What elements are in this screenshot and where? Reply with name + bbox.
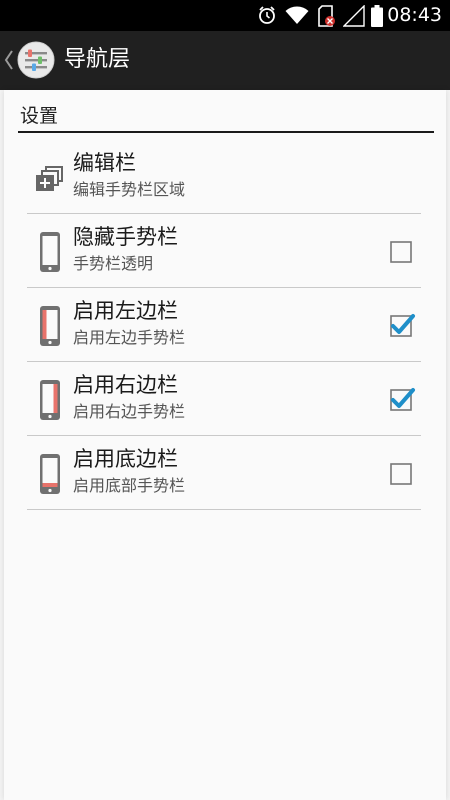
divider bbox=[27, 287, 421, 288]
section-divider bbox=[18, 131, 434, 133]
list-item-title: 启用右边栏 bbox=[73, 373, 178, 397]
status-bar: 08:43 bbox=[0, 0, 450, 31]
phone-right-edge-icon bbox=[40, 380, 60, 420]
list-item-summary: 启用底部手势栏 bbox=[73, 476, 186, 495]
signal-icon bbox=[343, 5, 365, 27]
phone-left-edge-icon bbox=[40, 306, 60, 346]
enable-right-bar-checkbox[interactable] bbox=[390, 388, 415, 411]
phone-icon bbox=[40, 232, 60, 272]
section-header: 设置 bbox=[20, 105, 59, 127]
settings-panel: 设置 编辑栏 编辑手势栏区域 隐藏手势栏 手势栏透明 启用左边栏 启用左边手势栏… bbox=[4, 90, 446, 800]
action-bar: 导航层 bbox=[0, 31, 450, 90]
list-item-summary: 启用左边手势栏 bbox=[73, 328, 186, 347]
list-item-title: 启用底边栏 bbox=[73, 447, 178, 471]
up-button[interactable] bbox=[0, 31, 58, 90]
hide-gesture-bar-checkbox[interactable] bbox=[390, 241, 412, 263]
battery-icon bbox=[371, 5, 383, 27]
divider bbox=[27, 435, 421, 436]
alarm-icon bbox=[259, 6, 275, 24]
enable-left-bar-checkbox[interactable] bbox=[390, 314, 415, 337]
add-layers-icon bbox=[36, 166, 63, 191]
list-item-hide-gesture-bar[interactable]: 隐藏手势栏 手势栏透明 bbox=[4, 215, 446, 288]
status-time: 08:43 bbox=[387, 4, 442, 26]
list-item-summary: 启用右边手势栏 bbox=[73, 402, 186, 421]
sd-card-error-icon bbox=[318, 5, 335, 27]
app-sliders-icon bbox=[17, 41, 55, 79]
wifi-icon bbox=[285, 6, 309, 24]
phone-bottom-edge-icon bbox=[40, 454, 60, 494]
chevron-left-icon bbox=[4, 50, 13, 70]
list-item-title: 启用左边栏 bbox=[73, 299, 178, 323]
divider bbox=[27, 509, 421, 510]
list-item-summary: 手势栏透明 bbox=[73, 254, 154, 273]
page-title: 导航层 bbox=[64, 47, 131, 72]
list-item-edit-bar[interactable]: 编辑栏 编辑手势栏区域 bbox=[4, 141, 446, 214]
divider bbox=[27, 361, 421, 362]
list-item-enable-right-bar[interactable]: 启用右边栏 启用右边手势栏 bbox=[4, 363, 446, 436]
list-item-enable-left-bar[interactable]: 启用左边栏 启用左边手势栏 bbox=[4, 289, 446, 362]
enable-bottom-bar-checkbox[interactable] bbox=[390, 463, 412, 485]
list-item-title: 隐藏手势栏 bbox=[73, 225, 178, 249]
divider bbox=[27, 213, 421, 214]
list-item-title: 编辑栏 bbox=[73, 151, 136, 175]
list-item-summary: 编辑手势栏区域 bbox=[73, 180, 186, 199]
list-item-enable-bottom-bar[interactable]: 启用底边栏 启用底部手势栏 bbox=[4, 437, 446, 510]
